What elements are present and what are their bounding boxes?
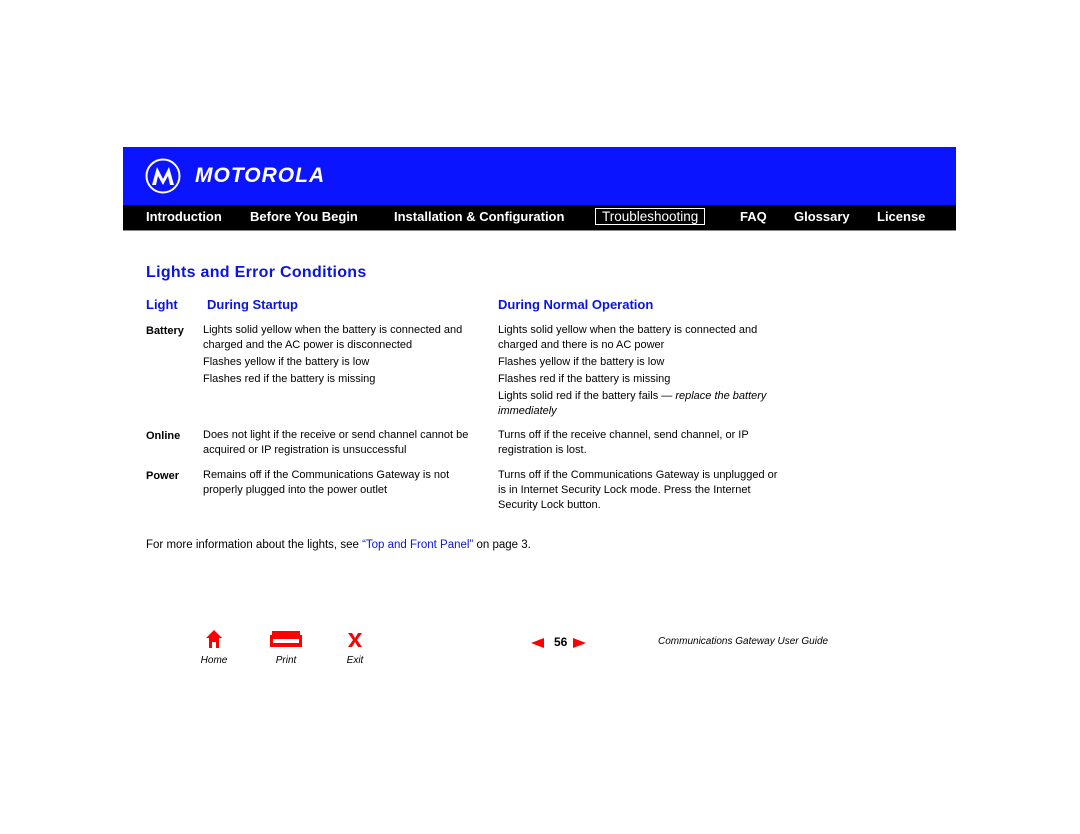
- battery-normal-line: Flashes yellow if the battery is low: [498, 356, 665, 368]
- exit-button[interactable]: Exit: [330, 630, 380, 666]
- nav-license[interactable]: License: [877, 209, 925, 224]
- print-icon: [270, 631, 302, 647]
- row-label-power: Power: [146, 470, 180, 482]
- exit-label: Exit: [346, 655, 364, 666]
- online-startup-cell: Does not light if the receive or send ch…: [203, 428, 493, 460]
- previous-page-arrow-icon[interactable]: [531, 637, 544, 648]
- power-startup-line: Remains off if the Communications Gatewa…: [203, 469, 450, 496]
- nav-faq[interactable]: FAQ: [740, 209, 767, 224]
- home-icon: [206, 630, 222, 648]
- power-normal-cell: Turns off if the Communications Gateway …: [498, 468, 788, 515]
- power-startup-cell: Remains off if the Communications Gatewa…: [203, 468, 478, 500]
- battery-startup-line: Flashes yellow if the battery is low: [203, 356, 370, 368]
- page-navigator: 56: [531, 635, 587, 649]
- battery-normal-cell: Lights solid yellow when the battery is …: [498, 323, 788, 421]
- row-label-battery: Battery: [146, 325, 184, 337]
- battery-normal-line: Lights solid red if the battery fails — …: [498, 389, 788, 419]
- power-normal-line: Turns off if the Communications Gateway …: [498, 469, 778, 511]
- battery-normal-line: Lights solid yellow when the battery is …: [498, 324, 758, 351]
- home-label: Home: [200, 655, 228, 666]
- nav-introduction[interactable]: Introduction: [146, 209, 222, 224]
- note-prefix: For more information about the lights, s…: [146, 539, 363, 551]
- column-header-light: Light: [146, 297, 178, 312]
- more-info-note: For more information about the lights, s…: [146, 539, 531, 551]
- row-label-online: Online: [146, 430, 181, 442]
- online-normal-line: Turns off if the receive channel, send c…: [498, 429, 749, 456]
- next-page-arrow-icon[interactable]: [573, 637, 587, 648]
- brand-logo: MOTOROLA: [195, 164, 326, 187]
- battery-startup-line: Flashes red if the battery is missing: [203, 373, 376, 385]
- column-header-normal: During Normal Operation: [498, 297, 654, 312]
- online-normal-cell: Turns off if the receive channel, send c…: [498, 428, 783, 460]
- nav-before-you-begin[interactable]: Before You Begin: [250, 209, 358, 224]
- guide-title: Communications Gateway User Guide: [658, 636, 829, 647]
- nav-bar: Introduction Before You Begin Installati…: [123, 205, 956, 231]
- header-banner: MOTOROLA: [123, 147, 956, 205]
- print-button[interactable]: Print: [261, 630, 311, 666]
- page-number: 56: [554, 635, 568, 649]
- battery-fail-text: Lights solid red if the battery fails —: [498, 390, 676, 402]
- nav-glossary[interactable]: Glossary: [794, 209, 850, 224]
- battery-startup-line: Lights solid yellow when the battery is …: [203, 324, 463, 351]
- nav-installation-configuration[interactable]: Installation & Configuration: [394, 209, 564, 224]
- nav-troubleshooting[interactable]: Troubleshooting: [595, 208, 706, 225]
- top-front-panel-link[interactable]: “Top and Front Panel”: [362, 539, 473, 551]
- note-suffix: on page 3.: [473, 539, 531, 551]
- battery-startup-cell: Lights solid yellow when the battery is …: [203, 323, 488, 389]
- print-label: Print: [275, 655, 297, 666]
- page-title: Lights and Error Conditions: [146, 264, 367, 281]
- exit-icon: [348, 633, 362, 647]
- home-button[interactable]: Home: [189, 630, 239, 666]
- column-header-startup: During Startup: [207, 297, 298, 312]
- online-startup-line: Does not light if the receive or send ch…: [203, 429, 469, 456]
- motorola-batwing-icon: [145, 158, 181, 194]
- battery-normal-line: Flashes red if the battery is missing: [498, 373, 671, 385]
